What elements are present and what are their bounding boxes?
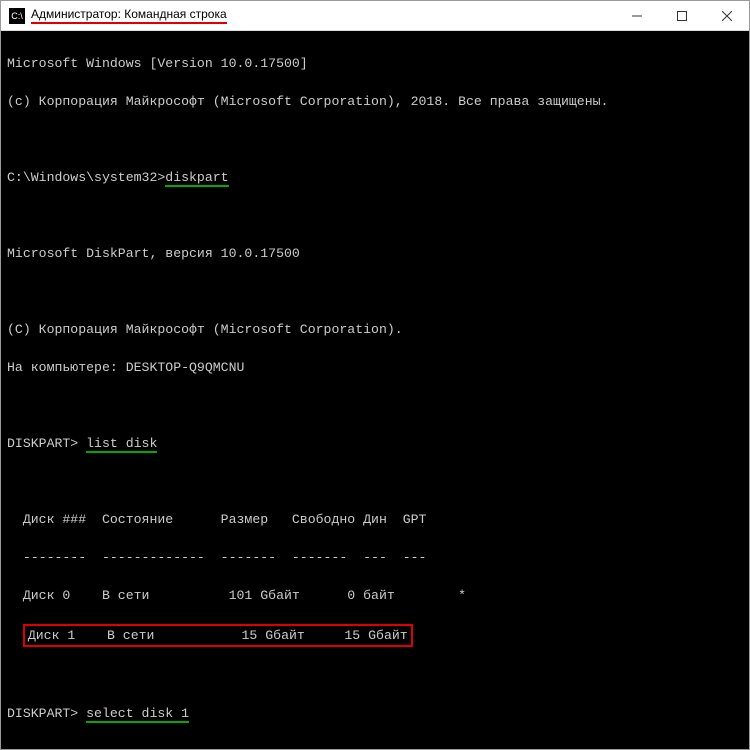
output-line: Microsoft Windows [Version 10.0.17500] (7, 54, 743, 73)
maximize-icon (677, 11, 687, 21)
output-line (7, 130, 743, 149)
close-button[interactable] (704, 1, 749, 31)
output-line (7, 206, 743, 225)
output-line (7, 396, 743, 415)
disk1-highlight: Диск 1 В сети 15 Gбайт 15 Gбайт (23, 624, 413, 647)
window-title: Администратор: Командная строка (31, 7, 227, 24)
output-line (7, 472, 743, 491)
table-row-highlighted: Диск 1 В сети 15 Gбайт 15 Gбайт (7, 624, 743, 647)
table-separator: -------- ------------- ------- ------- -… (7, 548, 743, 567)
diskpart-prompt: DISKPART> (7, 436, 86, 451)
command-prompt-window: C:\ Администратор: Командная строка Micr… (0, 0, 750, 750)
diskpart-prompt: DISKPART> (7, 706, 86, 721)
prompt-line: C:\Windows\system32>diskpart (7, 168, 743, 187)
cmd-diskpart: diskpart (165, 170, 228, 187)
titlebar[interactable]: C:\ Администратор: Командная строка (1, 1, 749, 31)
close-icon (722, 11, 732, 21)
output-line: (c) Корпорация Майкрософт (Microsoft Cor… (7, 92, 743, 111)
output-line: Microsoft DiskPart, версия 10.0.17500 (7, 244, 743, 263)
table-row: Диск 0 В сети 101 Gбайт 0 байт * (7, 586, 743, 605)
output-line (7, 282, 743, 301)
output-line (7, 742, 743, 749)
prompt-line: DISKPART> list disk (7, 434, 743, 453)
output-line: (C) Корпорация Майкрософт (Microsoft Cor… (7, 320, 743, 339)
prompt-line: DISKPART> select disk 1 (7, 704, 743, 723)
cmd-list-disk: list disk (86, 436, 157, 453)
terminal-output[interactable]: Microsoft Windows [Version 10.0.17500] (… (1, 31, 749, 749)
prompt-text: C:\Windows\system32> (7, 170, 165, 185)
minimize-button[interactable] (614, 1, 659, 31)
table-header: Диск ### Состояние Размер Свободно Дин G… (7, 510, 743, 529)
output-line: На компьютере: DESKTOP-Q9QMCNU (7, 358, 743, 377)
cmd-icon: C:\ (9, 8, 25, 24)
cmd-select-disk: select disk 1 (86, 706, 189, 723)
minimize-icon (632, 11, 642, 21)
output-line (7, 666, 743, 685)
maximize-button[interactable] (659, 1, 704, 31)
